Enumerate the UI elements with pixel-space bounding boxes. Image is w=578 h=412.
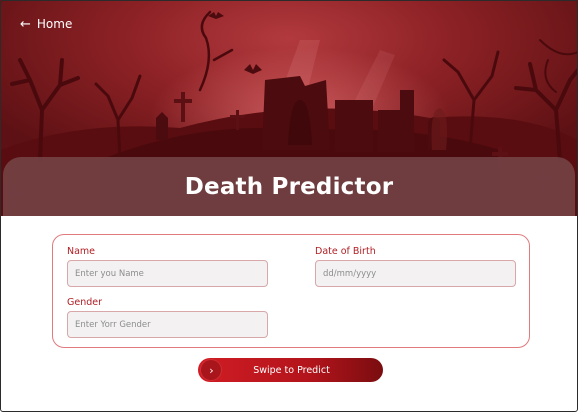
- swipe-to-predict-button[interactable]: › Swipe to Predict: [198, 358, 383, 382]
- gender-input[interactable]: [67, 311, 268, 338]
- name-input[interactable]: [67, 260, 268, 287]
- gender-field: Gender: [67, 297, 268, 338]
- arrow-left-icon: ←: [20, 16, 31, 32]
- home-label: Home: [36, 17, 73, 31]
- dob-field: Date of Birth: [315, 246, 516, 287]
- title-band: Death Predictor: [3, 157, 575, 216]
- chevron-right-icon: ›: [209, 363, 214, 377]
- swipe-label: Swipe to Predict: [253, 364, 330, 376]
- swipe-handle[interactable]: ›: [201, 360, 221, 380]
- dob-label: Date of Birth: [315, 246, 376, 257]
- name-field: Name: [67, 246, 268, 287]
- predictor-form: Name Date of Birth Gender: [52, 234, 530, 348]
- dob-input[interactable]: [315, 260, 516, 287]
- hero-banner: ← Home Death Predictor: [0, 0, 578, 216]
- home-back-link[interactable]: ← Home: [20, 17, 72, 31]
- gender-label: Gender: [67, 297, 103, 308]
- name-label: Name: [67, 246, 96, 257]
- page-title: Death Predictor: [184, 174, 394, 200]
